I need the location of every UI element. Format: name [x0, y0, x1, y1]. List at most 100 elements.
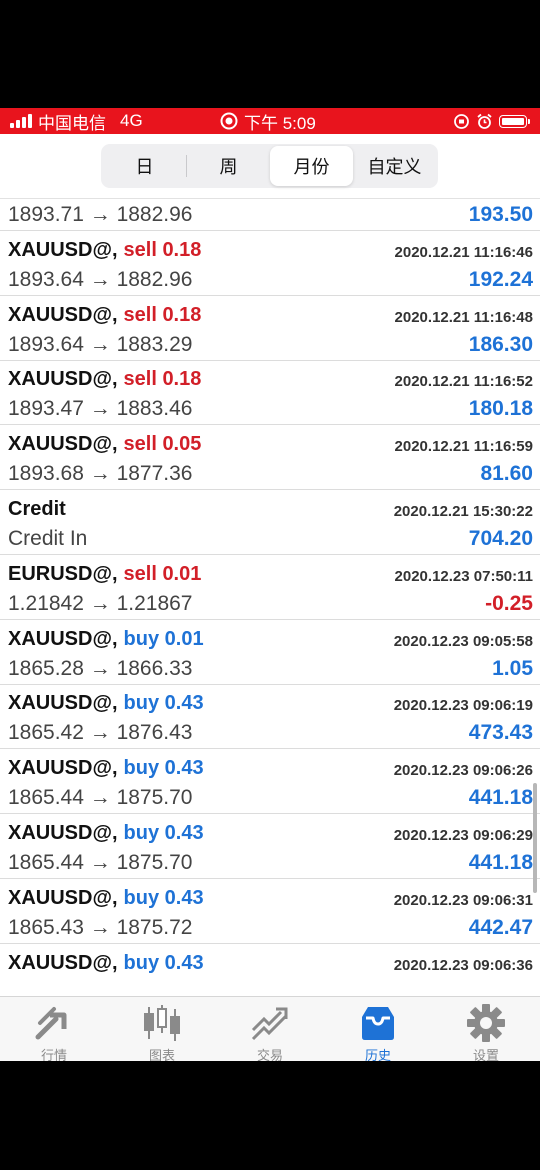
trade-prices: 1893.71 → 1882.96 [8, 203, 193, 226]
screen-record-icon [220, 112, 238, 130]
status-center: 下午 5:09 [220, 108, 316, 134]
segment-day[interactable]: 日 [103, 146, 186, 186]
trade-profit: 81.60 [480, 462, 533, 486]
trade-direction: sell [123, 368, 157, 391]
status-bar: 中国电信 4G 下午 5:09 [0, 108, 540, 134]
trade-symbol: Credit [8, 498, 66, 520]
trade-symbol: EURUSD@, [8, 562, 118, 585]
trade-icon [251, 1007, 288, 1041]
status-right [453, 108, 530, 134]
trade-prices: 1865.44 → 1875.70 [8, 786, 193, 810]
trade-symbol-line: XAUUSD@, sell 0.05 [8, 433, 201, 456]
trade-profit: 473.43 [468, 721, 533, 745]
trade-symbol-line: XAUUSD@, buy 0.43 [8, 822, 204, 845]
tab-chart[interactable]: 图表 [108, 997, 216, 1061]
list-scrollbar[interactable] [533, 783, 537, 893]
app-screen: 中国电信 4G 下午 5:09 日 周 月份 自定义 XAUUSD@,sell … [0, 108, 540, 1061]
history-row[interactable]: XAUUSD@, buy 0.43 2020.12.23 09:06:36 [0, 945, 540, 999]
trade-symbol-line: Credit [8, 498, 66, 521]
history-row[interactable]: XAUUSD@,sell 0.181893.71 → 1882.96193.50 [0, 199, 540, 231]
trade-symbol: XAUUSD@, [8, 692, 118, 715]
segment-week[interactable]: 周 [187, 146, 270, 186]
trade-symbol-line: XAUUSD@, sell 0.18 [8, 368, 201, 391]
tab-quotes-label: 行情 [40, 1048, 67, 1061]
segment-custom[interactable]: 自定义 [353, 146, 436, 186]
history-row[interactable]: XAUUSD@, buy 0.43 2020.12.23 09:06:19 1865.… [0, 685, 540, 750]
segment-month-label: 月份 [293, 157, 330, 177]
trade-profit: 704.20 [468, 527, 533, 550]
history-row[interactable]: XAUUSD@, sell 0.18 2020.12.21 11:16:48 1893… [0, 297, 540, 361]
trade-prices: 1865.42 → 1876.43 [8, 721, 193, 745]
trade-time: 2020.12.21 11:16:52 [394, 373, 533, 391]
history-row[interactable]: EURUSD@, sell 0.01 2020.12.23 07:50:11 1.21… [0, 556, 540, 620]
trade-direction: sell [123, 562, 157, 585]
trade-volume: 0.18 [162, 368, 202, 391]
history-row[interactable]: Credit 2020.12.21 15:30:22 Credit In 704.20 [0, 491, 540, 555]
battery-icon [499, 114, 527, 128]
tab-history[interactable]: 历史 [324, 997, 432, 1061]
trade-profit: 1.05 [492, 656, 533, 680]
trade-time: 2020.12.21 11:16:59 [394, 438, 533, 456]
tab-trade-label: 交易 [256, 1048, 283, 1061]
trade-direction: buy [123, 822, 160, 844]
segment-day-label: 日 [135, 157, 154, 177]
trade-volume: 0.43 [164, 757, 204, 780]
history-row[interactable]: XAUUSD@, buy 0.43 2020.12.23 09:06:26 1865.… [0, 750, 540, 815]
trade-prices: 1.21842 → 1.21867 [8, 591, 193, 615]
trade-direction: buy [123, 627, 160, 650]
trade-profit: 193.50 [468, 203, 533, 226]
trade-symbol-line: XAUUSD@, sell 0.18 [8, 239, 201, 262]
trade-symbol-line: XAUUSD@, buy 0.43 [8, 692, 204, 715]
trade-volume: 0.43 [164, 822, 204, 844]
trade-volume: 0.18 [162, 238, 202, 261]
trade-symbol-line: EURUSD@, sell 0.01 [8, 563, 201, 586]
trade-profit: 442.47 [468, 915, 533, 939]
trade-symbol: XAUUSD@, [8, 303, 118, 326]
history-row[interactable]: XAUUSD@, sell 0.18 2020.12.21 11:16:46 1893… [0, 232, 540, 296]
trade-volume: 0.43 [164, 692, 204, 715]
trade-time: 2020.12.21 15:30:22 [393, 503, 533, 520]
trade-time: 2020.12.21 11:16:46 [394, 243, 533, 261]
tab-chart-label: 图表 [148, 1048, 175, 1061]
trade-direction: sell [123, 433, 157, 456]
tab-quotes[interactable]: 行情 [0, 997, 108, 1061]
tab-settings[interactable]: 设置 [432, 997, 540, 1061]
network-type: 4G [120, 111, 143, 130]
trade-time: 2020.12.23 09:06:26 [393, 762, 533, 780]
trade-profit: 180.18 [468, 397, 533, 421]
trade-direction: buy [123, 757, 160, 780]
candlestick-chart-icon [144, 1005, 180, 1041]
trade-volume: 0.05 [162, 433, 202, 456]
trade-volume: 0.18 [162, 303, 202, 326]
history-row[interactable]: XAUUSD@, buy 0.43 2020.12.23 09:06:31 1865.… [0, 880, 540, 944]
segment-week-label: 周 [219, 157, 238, 177]
trade-profit: 441.18 [468, 851, 533, 874]
quotes-icon [35, 1007, 67, 1040]
status-time: 下午 5:09 [244, 113, 316, 133]
tab-trade[interactable]: 交易 [216, 997, 324, 1061]
trade-profit: 186.30 [468, 332, 533, 356]
trade-volume: 0.43 [164, 886, 204, 909]
trade-direction: sell [123, 238, 157, 261]
trade-symbol: XAUUSD@, [8, 886, 118, 909]
trade-profit: -0.25 [485, 591, 533, 615]
trade-time: 2020.12.23 09:05:58 [393, 632, 533, 650]
trade-symbol-line: XAUUSD@, buy 0.43 [8, 952, 204, 975]
trade-time: 2020.12.23 09:06:36 [393, 956, 533, 974]
trade-prices: 1865.28 → 1866.33 [8, 656, 193, 680]
history-row[interactable]: XAUUSD@, sell 0.18 2020.12.21 11:16:52 1893… [0, 361, 540, 426]
trade-profit: 192.24 [468, 267, 533, 291]
trade-symbol-line: XAUUSD@, buy 0.43 [8, 887, 204, 910]
history-list[interactable]: XAUUSD@,sell 0.181893.71 → 1882.96193.50… [0, 199, 540, 999]
trade-direction: buy [123, 692, 160, 715]
history-row[interactable]: XAUUSD@, buy 0.01 2020.12.23 09:05:58 1865.… [0, 621, 540, 685]
trade-profit: 441.18 [468, 786, 533, 810]
trade-direction: buy [123, 951, 160, 974]
history-row[interactable]: XAUUSD@, sell 0.05 2020.12.21 11:16:59 1893… [0, 426, 540, 491]
trade-prices: 1893.64 → 1882.96 [8, 267, 193, 291]
carrier-name: 中国电信 [38, 113, 106, 133]
trade-volume: 0.43 [164, 951, 204, 974]
segment-month[interactable]: 月份 [270, 146, 353, 186]
history-row[interactable]: XAUUSD@, buy 0.43 2020.12.23 09:06:29 1865.… [0, 815, 540, 879]
period-segmented-control: 日 周 月份 自定义 [101, 144, 438, 188]
